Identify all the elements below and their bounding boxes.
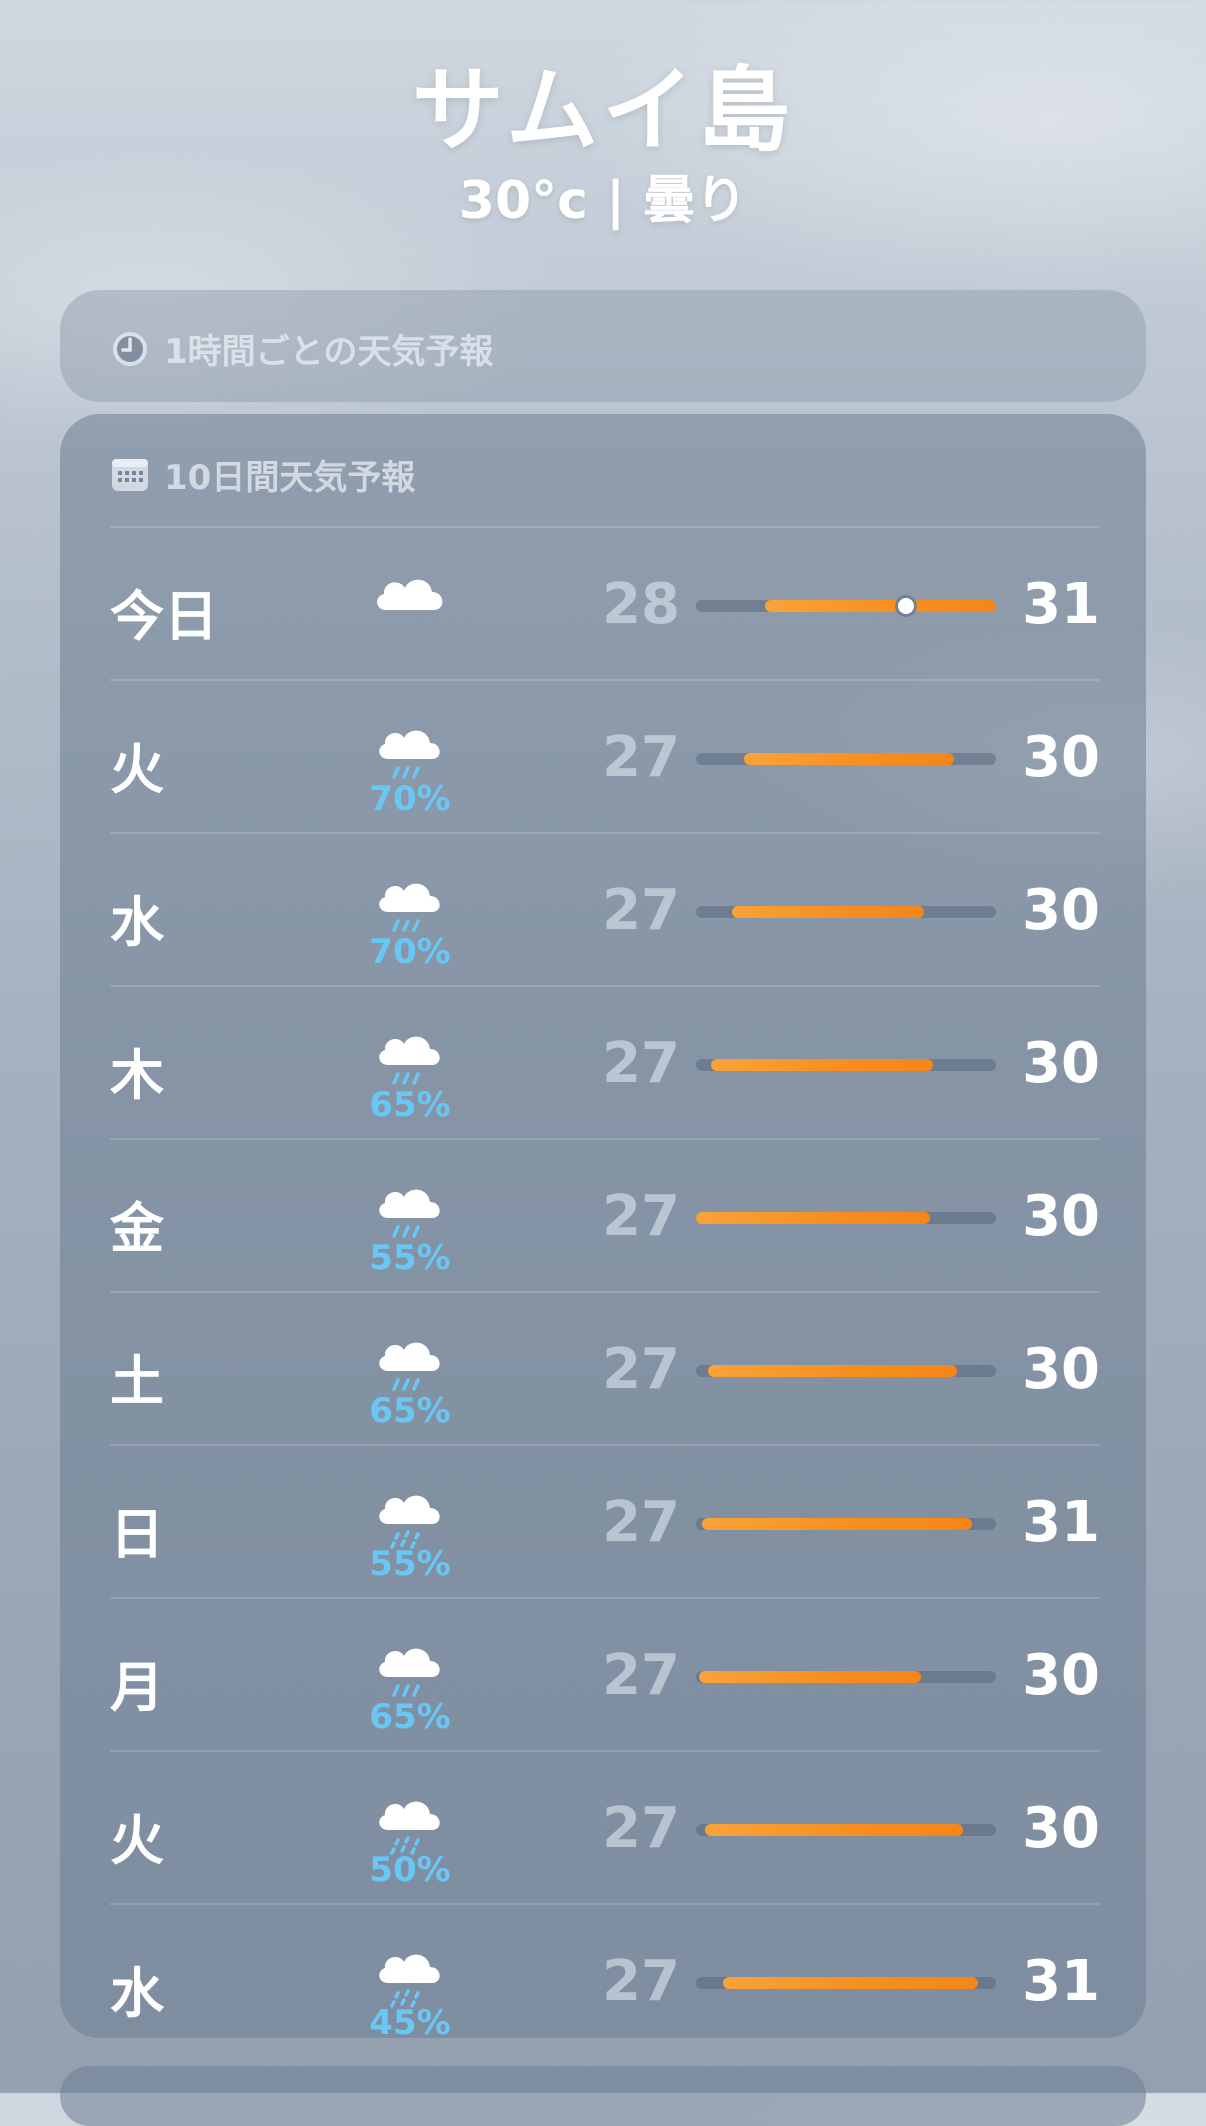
- day-label: 火: [110, 1809, 164, 1872]
- current-temp-indicator: [898, 598, 914, 614]
- ten-day-forecast-card: 10日間天気予報 今日 28 31 火 70% 27 30 水 70% 27 3…: [60, 414, 1146, 2043]
- forecast-row[interactable]: 月 65% 27 30: [110, 1597, 1100, 1750]
- forecast-row[interactable]: 火 70% 27 30: [110, 679, 1100, 832]
- temp-range-bar: [711, 1059, 933, 1071]
- day-label: 火: [110, 738, 164, 801]
- day-label: 今日: [110, 585, 218, 648]
- temp-range-track: [696, 1977, 996, 1989]
- current-summary: 30°c | 曇り: [458, 171, 748, 231]
- hourly-forecast-header: 1時間ごとの天気予報: [110, 324, 493, 373]
- city-name: サムイ島: [411, 57, 795, 164]
- forecast-row[interactable]: 木 65% 27 30: [110, 985, 1100, 1138]
- day-label: 水: [110, 891, 164, 954]
- high-temp: 31: [1022, 1490, 1100, 1555]
- day-label: 日: [110, 1503, 164, 1566]
- cloud-rain-icon: [372, 1172, 448, 1248]
- temp-range-bar: [723, 1977, 978, 1989]
- low-temp: 27: [602, 1643, 680, 1708]
- forecast-row[interactable]: 金 55% 27 30: [110, 1138, 1100, 1291]
- hourly-forecast-card[interactable]: 1時間ごとの天気予報: [60, 290, 1146, 402]
- forecast-row[interactable]: 火 50% 27 30: [110, 1750, 1100, 1903]
- temp-range-bar: [699, 1671, 921, 1683]
- high-temp: 30: [1022, 1796, 1100, 1861]
- precip-chance: 65%: [369, 1085, 451, 1125]
- precip-chance: 70%: [369, 779, 451, 819]
- hourly-forecast-title: 1時間ごとの天気予報: [164, 332, 494, 372]
- day-label: 月: [110, 1656, 164, 1719]
- high-temp: 30: [1022, 1031, 1100, 1096]
- precip-chance: 50%: [369, 1850, 451, 1890]
- cloud-rain-icon: [372, 1631, 448, 1707]
- forecast-row[interactable]: 水 45% 27 31: [110, 1903, 1100, 2056]
- day-label: 金: [110, 1197, 164, 1260]
- forecast-row[interactable]: 土 65% 27 30: [110, 1291, 1100, 1444]
- temp-range-bar: [732, 906, 924, 918]
- ten-day-forecast-header: 10日間天気予報: [110, 450, 415, 499]
- forecast-row[interactable]: 水 70% 27 30: [110, 832, 1100, 985]
- temp-range-track: [696, 1671, 996, 1683]
- ten-day-forecast-title: 10日間天気予報: [164, 458, 416, 498]
- calendar-icon: [110, 455, 150, 495]
- precip-chance: 55%: [369, 1238, 451, 1278]
- precip-chance: 65%: [369, 1697, 451, 1737]
- precip-chance: 70%: [369, 932, 451, 972]
- day-label: 木: [110, 1044, 164, 1107]
- cloud-rain-icon: [372, 713, 448, 789]
- forecast-rows: 今日 28 31 火 70% 27 30 水 70% 27 30 木 65% 2…: [110, 526, 1100, 2056]
- low-temp: 27: [602, 1949, 680, 2014]
- low-temp: 27: [602, 1337, 680, 1402]
- temp-range-bar: [702, 1518, 972, 1530]
- temp-range-track: [696, 1212, 996, 1224]
- clock-icon: [110, 329, 150, 369]
- temp-range-bar: [696, 1212, 930, 1224]
- day-label: 土: [110, 1350, 164, 1413]
- precip-chance: 55%: [369, 1544, 451, 1584]
- high-temp: 31: [1022, 1949, 1100, 2014]
- temp-range-track: [696, 1518, 996, 1530]
- temp-range-bar: [765, 600, 996, 612]
- temp-range-bar: [744, 753, 954, 765]
- low-temp: 27: [602, 725, 680, 790]
- low-temp: 27: [602, 1184, 680, 1249]
- temp-range-bar: [708, 1365, 957, 1377]
- temp-range-track: [696, 1059, 996, 1071]
- precip-chance: 45%: [369, 2003, 451, 2043]
- next-card: [60, 2066, 1146, 2126]
- low-temp: 27: [602, 1796, 680, 1861]
- high-temp: 30: [1022, 1337, 1100, 1402]
- low-temp: 27: [602, 878, 680, 943]
- low-temp: 28: [602, 572, 680, 637]
- cloud-rain-icon: [372, 1325, 448, 1401]
- temp-range-track: [696, 598, 996, 614]
- precip-chance: 65%: [369, 1391, 451, 1431]
- cloud-drizzle-icon: [372, 1937, 448, 2013]
- high-temp: 30: [1022, 1184, 1100, 1249]
- cloud-drizzle-icon: [372, 1784, 448, 1860]
- forecast-row[interactable]: 今日 28 31: [110, 526, 1100, 679]
- high-temp: 31: [1022, 572, 1100, 637]
- high-temp: 30: [1022, 878, 1100, 943]
- day-label: 水: [110, 1962, 164, 2025]
- cloud-icon: [372, 560, 448, 616]
- cloud-rain-icon: [372, 866, 448, 942]
- cloud-drizzle-icon: [372, 1478, 448, 1554]
- temp-range-track: [696, 1824, 996, 1836]
- cloud-rain-icon: [372, 1019, 448, 1095]
- temp-range-track: [696, 753, 996, 765]
- temp-range-bar: [705, 1824, 963, 1836]
- temp-range-track: [696, 1365, 996, 1377]
- high-temp: 30: [1022, 725, 1100, 790]
- low-temp: 27: [602, 1031, 680, 1096]
- high-temp: 30: [1022, 1643, 1100, 1708]
- temp-range-track: [696, 906, 996, 918]
- forecast-row[interactable]: 日 55% 27 31: [110, 1444, 1100, 1597]
- low-temp: 27: [602, 1490, 680, 1555]
